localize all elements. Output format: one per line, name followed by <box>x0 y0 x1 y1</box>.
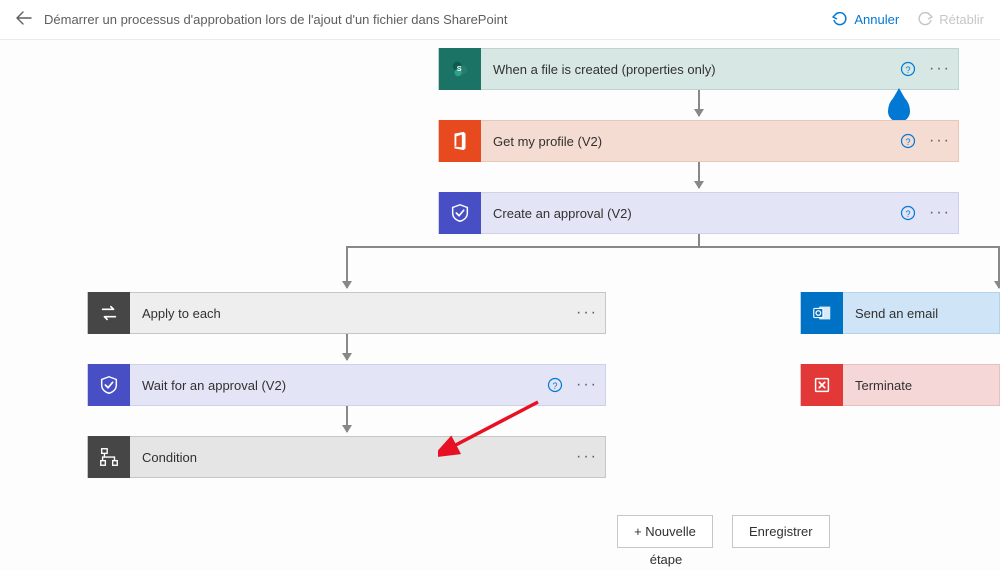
terminate-label: Terminate <box>843 378 999 393</box>
condition-label: Condition <box>130 450 573 465</box>
info-icon[interactable]: ? <box>545 375 565 395</box>
connector-arrow <box>698 162 700 188</box>
more-menu[interactable]: ··· <box>573 448 601 466</box>
connector-arrow <box>346 406 348 432</box>
svg-text:?: ? <box>905 65 910 75</box>
loop-icon <box>88 292 130 334</box>
back-arrow-icon[interactable] <box>16 10 32 29</box>
approvals-icon <box>439 192 481 234</box>
connector-line <box>698 234 700 246</box>
svg-text:S: S <box>457 64 462 73</box>
terminate-icon <box>801 364 843 406</box>
more-menu[interactable]: ··· <box>573 376 601 394</box>
svg-text:?: ? <box>552 381 557 391</box>
apply-to-each-card[interactable]: Apply to each ··· <box>87 292 606 334</box>
profile-label: Get my profile (V2) <box>481 134 898 149</box>
more-menu[interactable]: ··· <box>926 60 954 78</box>
trigger-label: When a file is created (properties only) <box>481 62 898 77</box>
more-menu[interactable]: ··· <box>926 132 954 150</box>
connector-line <box>346 246 1000 248</box>
info-icon[interactable]: ? <box>898 203 918 223</box>
send-email-card[interactable]: Send an email <box>800 292 1000 334</box>
redo-label: Rétablir <box>939 12 984 27</box>
wait-label: Wait for an approval (V2) <box>130 378 545 393</box>
header-bar: Démarrer un processus d'approbation lors… <box>0 0 1000 40</box>
info-icon[interactable]: ? <box>898 59 918 79</box>
new-step-button[interactable]: + Nouvelle <box>617 515 713 548</box>
svg-text:?: ? <box>905 209 910 219</box>
info-icon[interactable]: ? <box>898 131 918 151</box>
save-button[interactable]: Enregistrer <box>732 515 830 548</box>
redo-button: Rétablir <box>917 12 984 28</box>
terminate-card[interactable]: Terminate <box>800 364 1000 406</box>
create-approval-card[interactable]: Create an approval (V2) ? ··· <box>438 192 959 234</box>
new-step-droplet-icon[interactable] <box>888 96 910 122</box>
more-menu[interactable]: ··· <box>573 304 601 322</box>
condition-icon <box>88 436 130 478</box>
undo-label: Annuler <box>854 12 899 27</box>
send-email-label: Send an email <box>843 306 999 321</box>
office-icon <box>439 120 481 162</box>
outlook-icon <box>801 292 843 334</box>
new-step-label-line2: étape <box>617 552 715 567</box>
wait-approval-card[interactable]: Wait for an approval (V2) ? ··· <box>87 364 606 406</box>
flow-canvas: S When a file is created (properties onl… <box>0 40 1000 571</box>
connector-arrow <box>346 246 348 288</box>
svg-text:?: ? <box>905 137 910 147</box>
trigger-card[interactable]: S When a file is created (properties onl… <box>438 48 959 90</box>
condition-card[interactable]: Condition ··· <box>87 436 606 478</box>
sharepoint-icon: S <box>439 48 481 90</box>
approvals-icon <box>88 364 130 406</box>
more-menu[interactable]: ··· <box>926 204 954 222</box>
apply-label: Apply to each <box>130 306 573 321</box>
connector-arrow <box>698 90 700 116</box>
undo-button[interactable]: Annuler <box>832 12 899 28</box>
flow-title: Démarrer un processus d'approbation lors… <box>44 12 814 27</box>
profile-card[interactable]: Get my profile (V2) ? ··· <box>438 120 959 162</box>
connector-arrow <box>346 334 348 360</box>
create-approval-label: Create an approval (V2) <box>481 206 898 221</box>
